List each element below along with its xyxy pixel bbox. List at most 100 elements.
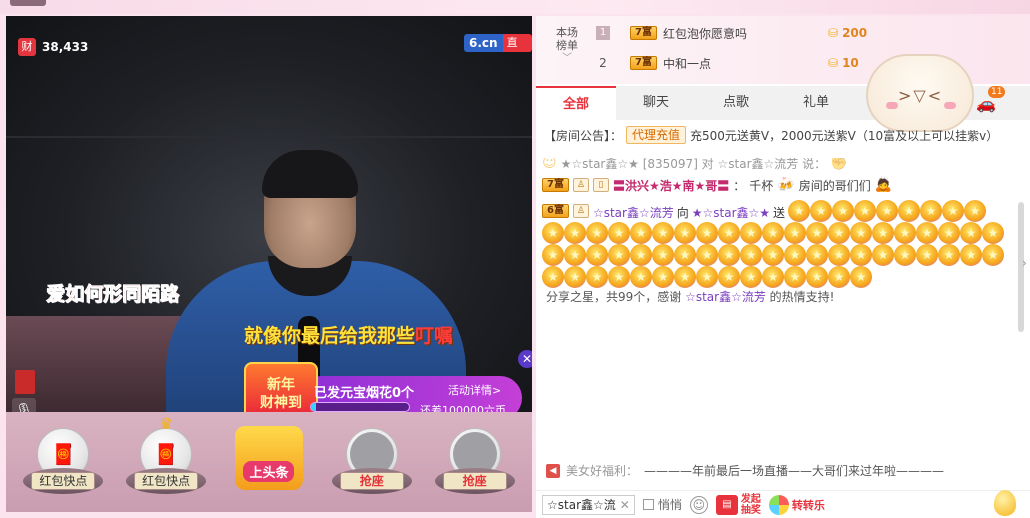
seat-headline[interactable]: 上头条	[221, 416, 317, 508]
share-star-gift-icon: ★	[920, 200, 943, 222]
share-star-gift-icon: ★	[872, 244, 894, 266]
share-star-gift-icon: ★	[788, 200, 811, 222]
new-year-promo[interactable]: 新年 财神到 已发元宝烟花0个 活动详情> 还差100000六币	[244, 362, 524, 412]
seat-row: 🧧 红包快点 🧧 ♛ 红包快点 上头条 抢座 抢座	[6, 412, 532, 512]
share-star-gift-icon: ★	[542, 222, 564, 244]
chat-message: ☺ ★☆star鑫☆★ [835097] 对 ☆star鑫☆流芳 说： ✊	[542, 158, 1014, 174]
chat-separator: ：	[733, 178, 746, 193]
ranking-row[interactable]: 1 7富 红包泡你愿意吗 ⛁ 200	[596, 20, 896, 46]
gift-sender-name[interactable]: ☆star鑫☆流芳	[593, 204, 674, 222]
share-star-gift-icon: ★	[964, 200, 987, 222]
share-star-gift-icon: ★	[674, 222, 696, 244]
golden-egg-icon[interactable]	[994, 490, 1016, 516]
share-star-gift-icon: ★	[898, 200, 921, 222]
wealth-badge-icon: 财	[18, 38, 36, 56]
ranking-title[interactable]: 本场 榜单 ﹀	[550, 26, 584, 65]
grab-seat-button[interactable]: 抢座	[442, 472, 507, 490]
tab-all[interactable]: 全部	[536, 86, 616, 120]
close-icon[interactable]: ✕	[620, 496, 630, 514]
share-star-gift-icon: ★	[832, 200, 855, 222]
rank-user-name: 中和一点	[662, 56, 711, 71]
spin-wheel-button[interactable]: 转转乐	[768, 494, 825, 515]
tab-gift-list[interactable]: 礼单	[776, 86, 856, 120]
share-star-gift-icon: ★	[542, 244, 564, 266]
site-logo[interactable]	[10, 0, 46, 6]
rank-score-value: 200	[842, 26, 868, 40]
gift-message: 6富 ♙ ☆star鑫☆流芳 向 ★☆star鑫☆★ 送 ★ ★ ★ ★ ★ ★ ★ ★ ★ ★ ★…	[542, 200, 1014, 305]
spin-wheel-label: 转转乐	[791, 498, 825, 512]
spin-wheel-icon	[768, 494, 789, 515]
share-star-gift-icon: ★	[784, 244, 806, 266]
grab-seat-button[interactable]: 抢座	[339, 472, 404, 490]
promo-seal-line2: 财神到	[260, 395, 302, 411]
site-name: 6.cn	[464, 34, 503, 52]
car-icon[interactable]: 🚗 11	[976, 86, 1006, 113]
flag-icon[interactable]	[15, 370, 35, 394]
share-star-gift-icon: ★	[916, 222, 938, 244]
dumpling-mascot[interactable]: >▽<	[866, 54, 974, 132]
promo-message: 已发元宝烟花0个	[314, 386, 415, 401]
chat-user-name[interactable]: 〓洪兴★浩★南★哥〓	[613, 177, 729, 194]
chevron-down-icon[interactable]: ﹀	[550, 52, 584, 65]
share-star-gift-icon: ★	[850, 266, 872, 288]
wealth-level-badge: 7富	[630, 56, 657, 70]
share-star-gift-icon: ★	[784, 222, 806, 244]
share-star-gift-icon: ★	[718, 266, 740, 288]
user-icon: ♙	[572, 204, 589, 218]
share-star-gift-icon: ★	[894, 222, 916, 244]
car-count-badge: 11	[988, 86, 1006, 98]
speaker-icon: ◀	[546, 463, 560, 478]
brand-tag: 6.cn 直播	[464, 34, 532, 52]
gift-to-word: 向	[676, 206, 689, 220]
share-star-gift-icon: ★	[608, 266, 630, 288]
live-video[interactable]: 财 38,433 6.cn 直播 爱如何形同陌路 就像你最后给我那些叮嘱 ✕ 新…	[6, 16, 532, 412]
share-star-gift-icon: ★	[854, 200, 877, 222]
lottery-label-line1: 发起	[740, 493, 761, 505]
whisper-checkbox[interactable]	[642, 499, 654, 510]
mascot-cheek	[886, 102, 898, 109]
share-star-gift-icon: ★	[586, 222, 608, 244]
chat-text: 房间的哥们们	[798, 178, 871, 193]
mascot-cheek	[944, 102, 956, 109]
gift-receiver-name[interactable]: ★☆star鑫☆★	[692, 204, 770, 222]
promo-seal: 新年 财神到	[244, 362, 318, 412]
share-star-gift-icon: ★	[608, 244, 630, 266]
emoji-icon[interactable]: ☺	[689, 495, 708, 514]
share-star-gift-icon: ★	[608, 222, 630, 244]
seat-4[interactable]: 抢座	[324, 416, 420, 508]
seat-5[interactable]: 抢座	[427, 416, 523, 508]
agent-recharge-button[interactable]: 代理充值	[626, 126, 687, 144]
seat-2[interactable]: 🧧 ♛ 红包快点	[118, 416, 214, 508]
promo-progress-fill	[311, 403, 316, 411]
share-star-gift-icon: ★	[630, 266, 652, 288]
right-panel: 本场 榜单 ﹀ 1 7富 红包泡你愿意吗 ⛁ 200 2 7富 中和一点 ⛁ 10 …	[536, 16, 1030, 518]
share-star-gift-icon: ★	[762, 266, 784, 288]
share-star-gift-icon: ★	[564, 266, 586, 288]
wealth-level-badge: 6富	[542, 204, 569, 218]
chevron-right-icon[interactable]: ›	[1022, 256, 1027, 270]
share-star-gift-icon: ★	[806, 266, 828, 288]
gift-summary-text: 分享之星，共99个，感谢	[546, 290, 686, 304]
whisper-toggle[interactable]: 悄悄	[642, 496, 682, 513]
gift-thank-name[interactable]: ☆star鑫☆流芳	[685, 290, 766, 304]
seat-1[interactable]: 🧧 红包快点	[15, 416, 111, 508]
share-star-gift-icon: ★	[784, 266, 806, 288]
promo-detail-link[interactable]: 活动详情>	[448, 382, 501, 398]
tab-song-request[interactable]: 点歌	[696, 86, 776, 120]
share-star-gift-icon: ★	[828, 222, 850, 244]
emote-icon: ✊	[830, 158, 848, 171]
ranking-row[interactable]: 2 7富 中和一点 ⛁ 10	[596, 50, 896, 76]
microphone-icon[interactable]: 🎙	[12, 398, 36, 412]
lottery-button[interactable]: ▤ 发起 抽奖	[715, 493, 761, 516]
share-star-gift-icon: ★	[652, 266, 674, 288]
room-notice: 【房间公告】： 代理充值 充500元送黄V，2000元送紫V（10富及以上可以挂…	[544, 126, 1018, 144]
tab-chat[interactable]: 聊天	[616, 86, 696, 120]
chat-target-select[interactable]: ☆star鑫☆流 ✕	[542, 494, 635, 515]
lottery-icon: ▤	[715, 494, 738, 515]
share-star-gift-icon: ★	[652, 244, 674, 266]
bow-emote-icon: 🙇	[874, 177, 893, 193]
welfare-text: ————年前最后一场直播——大哥们来过年啦————	[644, 464, 945, 478]
promo-seal-line1: 新年	[267, 377, 295, 393]
ranking-title-line1: 本场	[556, 26, 578, 39]
chat-log[interactable]: ☺ ★☆star鑫☆★ [835097] 对 ☆star鑫☆流芳 说： ✊ 7富…	[542, 158, 1014, 360]
